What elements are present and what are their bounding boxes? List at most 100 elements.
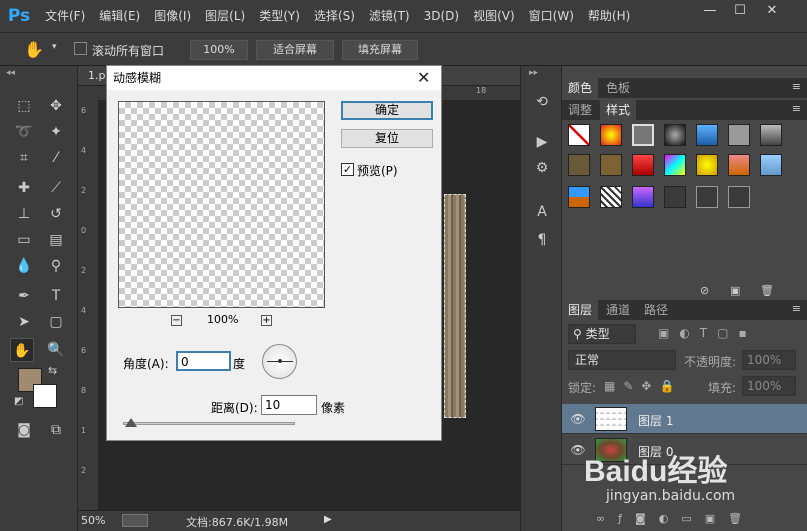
type-tool-icon[interactable]: T (44, 284, 68, 308)
tab-adjustments[interactable]: 调整 (562, 100, 598, 120)
move-tool-icon[interactable]: ✥ (44, 94, 68, 118)
angle-input[interactable]: 0 (176, 351, 231, 371)
history-brush-icon[interactable]: ↺ (44, 202, 68, 226)
style-swatch[interactable] (664, 124, 686, 146)
style-swatch[interactable] (760, 154, 782, 176)
menu-select[interactable]: 选择(S) (307, 0, 362, 32)
background-color-swatch[interactable] (33, 384, 57, 408)
brush-tool-icon[interactable]: ⟋ (44, 176, 68, 200)
shape-tool-icon[interactable]: ▢ (44, 310, 68, 334)
menu-view[interactable]: 视图(V) (466, 0, 522, 32)
style-swatch[interactable] (664, 154, 686, 176)
swap-colors-icon[interactable]: ⇆ (48, 364, 57, 377)
default-colors-icon[interactable]: ◩ (14, 396, 23, 407)
fill-screen-button[interactable]: 填充屏幕 (342, 40, 418, 60)
style-swatch[interactable] (600, 124, 622, 146)
menu-image[interactable]: 图像(I) (147, 0, 198, 32)
dodge-tool-icon[interactable]: ⚲ (44, 254, 68, 278)
layer-filter-icons[interactable]: ▣◐T▢▪ (658, 326, 757, 340)
status-menu-arrow[interactable]: ▶ (324, 514, 332, 525)
eraser-tool-icon[interactable]: ▭ (12, 228, 36, 252)
style-swatch[interactable] (696, 186, 718, 208)
crop-tool-icon[interactable]: ⌗ (12, 146, 36, 170)
pen-tool-icon[interactable]: ✒ (12, 284, 36, 308)
style-swatch[interactable] (696, 124, 718, 146)
quick-mask-icon[interactable]: ◙ (12, 418, 36, 442)
path-select-icon[interactable]: ➤ (12, 310, 36, 334)
collapse-icon[interactable]: ◂◂ (6, 68, 15, 78)
panel-menu-icon[interactable]: ≡ (792, 80, 801, 93)
history-panel-icon[interactable]: ⟲ (530, 90, 554, 114)
eyedropper-icon[interactable]: ⁄ (44, 146, 68, 170)
lock-icons[interactable]: ▦✎✥🔒 (604, 379, 682, 393)
menu-filter[interactable]: 滤镜(T) (362, 0, 417, 32)
delete-style-icon[interactable]: 🗑 (760, 284, 774, 297)
marquee-tool-icon[interactable]: ⬚ (12, 94, 36, 118)
angle-dial[interactable] (262, 344, 297, 379)
visibility-eye-icon[interactable]: 👁 (570, 411, 586, 427)
expand-icon[interactable]: ▸▸ (529, 68, 538, 78)
preview-checkbox[interactable]: ✓ (341, 163, 354, 176)
screen-mode-icon[interactable]: ⧉ (44, 418, 68, 442)
layer-filter-dropdown[interactable]: ⚲ 类型 (568, 324, 636, 344)
stamp-tool-icon[interactable]: ⊥ (12, 202, 36, 226)
scroll-all-checkbox[interactable] (74, 42, 87, 55)
document-tab[interactable]: 1.p (88, 69, 105, 82)
tab-layers[interactable]: 图层 (562, 300, 599, 320)
tab-channels[interactable]: 通道 (600, 300, 636, 320)
fit-screen-button[interactable]: 适合屏幕 (256, 40, 334, 60)
properties-panel-icon[interactable]: ⚙ (530, 156, 554, 180)
distance-slider-track[interactable] (123, 422, 295, 425)
zoom-tool-icon[interactable]: 🔍 (44, 338, 68, 362)
style-swatch[interactable] (728, 124, 750, 146)
blur-tool-icon[interactable]: 💧 (12, 254, 36, 278)
distance-input[interactable]: 10 (261, 395, 317, 415)
distance-slider-thumb[interactable] (125, 418, 137, 427)
lasso-tool-icon[interactable]: ➰ (12, 120, 36, 144)
menu-3d[interactable]: 3D(D) (417, 0, 466, 32)
tab-styles[interactable]: 样式 (600, 100, 637, 120)
tool-preset-dropdown[interactable]: ▾ (52, 42, 57, 52)
actions-panel-icon[interactable]: ▶ (530, 130, 554, 154)
style-swatch[interactable] (568, 186, 590, 208)
zoom-out-button[interactable]: − (171, 315, 182, 326)
ok-button[interactable]: 确定 (341, 101, 433, 120)
blend-mode-dropdown[interactable]: 正常 (568, 350, 676, 370)
style-swatch[interactable] (600, 186, 622, 208)
close-dialog-button[interactable]: ✕ (417, 68, 430, 87)
tab-color[interactable]: 颜色 (562, 78, 599, 98)
menu-help[interactable]: 帮助(H) (581, 0, 637, 32)
style-swatch[interactable] (760, 124, 782, 146)
opacity-input[interactable]: 100% (742, 350, 796, 370)
new-style-icon[interactable]: ▣ (730, 284, 740, 297)
style-swatch[interactable] (728, 186, 750, 208)
layer-actions-bar[interactable]: ∞ƒ◙◐▭▣🗑 (596, 512, 755, 525)
layer-row-1[interactable]: 👁 图层 1 (562, 404, 807, 434)
style-swatch[interactable] (568, 154, 590, 176)
tab-swatches[interactable]: 色板 (600, 78, 636, 98)
character-panel-icon[interactable]: A (530, 200, 554, 224)
zoom-in-button[interactable]: + (261, 315, 272, 326)
style-none-swatch[interactable] (568, 124, 590, 146)
filter-preview[interactable] (118, 101, 325, 308)
style-swatch[interactable] (600, 154, 622, 176)
minimize-button[interactable]: — (695, 0, 725, 22)
document-canvas-image[interactable] (444, 194, 466, 418)
maximize-button[interactable]: ☐ (725, 0, 755, 22)
gradient-tool-icon[interactable]: ▤ (44, 228, 68, 252)
style-swatch[interactable] (632, 154, 654, 176)
style-swatch[interactable] (664, 186, 686, 208)
reset-button[interactable]: 复位 (341, 129, 433, 148)
hand-tool-button[interactable]: ✋ (10, 338, 34, 362)
menu-window[interactable]: 窗口(W) (522, 0, 581, 32)
healing-brush-icon[interactable]: ✚ (12, 176, 36, 200)
menu-edit[interactable]: 编辑(E) (92, 0, 147, 32)
panel-menu-icon[interactable]: ≡ (792, 302, 801, 315)
style-swatch[interactable] (696, 154, 718, 176)
style-swatch[interactable] (632, 124, 654, 146)
menu-layer[interactable]: 图层(L) (198, 0, 252, 32)
panel-menu-icon[interactable]: ≡ (792, 102, 801, 115)
clear-style-icon[interactable]: ⊘ (700, 284, 709, 297)
magic-wand-icon[interactable]: ✦ (44, 120, 68, 144)
fill-input[interactable]: 100% (742, 376, 796, 396)
